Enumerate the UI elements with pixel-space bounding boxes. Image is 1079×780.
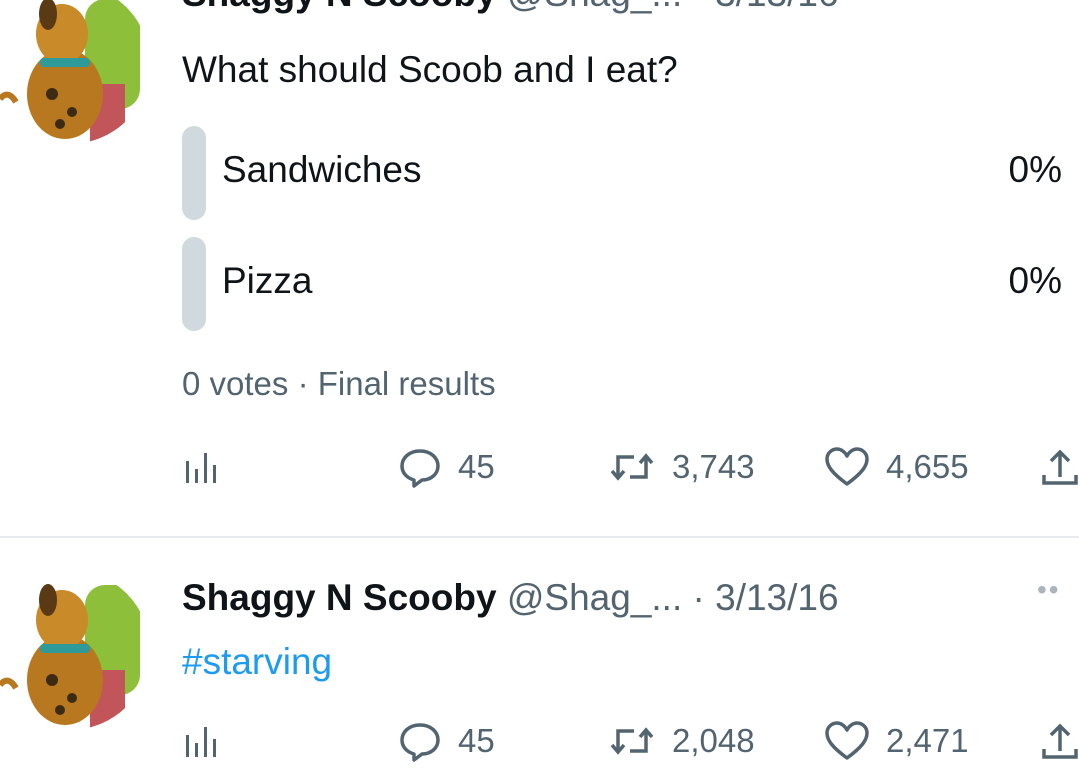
avatar-image <box>0 570 150 730</box>
share-button[interactable] <box>1040 442 1079 492</box>
more-dots-icon[interactable]: •• <box>1037 0 1061 8</box>
retweet-button[interactable]: 3,743 <box>608 442 755 492</box>
tweet-date[interactable]: · 3/13/16 <box>693 0 839 14</box>
retweet-count: 3,743 <box>672 448 755 485</box>
reply-count: 45 <box>458 722 495 759</box>
more-dots-icon[interactable]: •• <box>1037 568 1061 612</box>
author-name[interactable]: Shaggy N Scooby <box>182 577 497 618</box>
tweet-header: Shaggy N Scooby @Shag_... · 3/13/16 •• <box>182 0 1059 16</box>
retweet-count: 2,048 <box>672 722 755 759</box>
heart-icon <box>825 721 869 760</box>
analytics-icon <box>186 453 216 483</box>
analytics-icon <box>186 727 216 757</box>
tweet-text: What should Scoob and I eat? <box>182 49 678 90</box>
like-button[interactable]: 2,471 <box>824 716 969 766</box>
tweet-actions: 45 2,048 2,471 <box>182 716 1079 766</box>
tweet-divider <box>0 536 1079 538</box>
reply-count: 45 <box>458 448 495 485</box>
poll-result-bar <box>182 126 206 220</box>
tweet-actions: 45 3,743 4,655 <box>182 442 1079 492</box>
tweet-poll[interactable]: Shaggy N Scooby @Shag_... · 3/13/16 •• W… <box>0 0 1079 532</box>
like-count: 2,471 <box>886 722 969 759</box>
poll-meta: 0 votes · Final results <box>182 364 496 404</box>
tweet-header: Shaggy N Scooby @Shag_... · 3/13/16 •• <box>182 574 1059 620</box>
poll-option-percent: 0% <box>1008 149 1062 190</box>
poll-votes: 0 votes <box>182 365 289 402</box>
retweet-icon <box>610 453 654 481</box>
like-count: 4,655 <box>886 448 969 485</box>
poll-option-percent: 0% <box>1008 260 1062 301</box>
tweet-date[interactable]: · 3/13/16 <box>693 577 839 618</box>
poll-result-bar <box>182 237 206 331</box>
avatar-image <box>0 0 150 144</box>
retweet-button[interactable]: 2,048 <box>608 716 755 766</box>
hashtag-link[interactable]: #starving <box>182 640 332 684</box>
author-name[interactable]: Shaggy N Scooby <box>182 0 497 14</box>
poll-option-label: Sandwiches <box>222 149 422 190</box>
poll-option-pizza: Pizza 0% <box>182 237 1062 331</box>
analytics-button[interactable] <box>182 442 222 492</box>
share-button[interactable] <box>1040 716 1079 766</box>
heart-icon <box>825 447 869 486</box>
reply-bubble-icon <box>400 723 440 762</box>
author-handle[interactable]: @Shag_... <box>507 577 682 618</box>
like-button[interactable]: 4,655 <box>824 442 969 492</box>
reply-button[interactable]: 45 <box>398 442 495 492</box>
share-icon <box>1042 723 1078 759</box>
avatar[interactable] <box>0 570 150 730</box>
reply-bubble-icon <box>400 449 440 488</box>
author-handle[interactable]: @Shag_... <box>507 0 682 14</box>
poll-option-sandwiches: Sandwiches 0% <box>182 126 1062 220</box>
tweet-hashtag[interactable]: Shaggy N Scooby @Shag_... · 3/13/16 •• #… <box>0 540 1079 780</box>
retweet-icon <box>610 727 654 755</box>
analytics-button[interactable] <box>182 716 222 766</box>
avatar[interactable] <box>0 0 150 144</box>
reply-button[interactable]: 45 <box>398 716 495 766</box>
poll-status: · Final results <box>297 365 496 402</box>
share-icon <box>1042 449 1078 485</box>
poll-option-label: Pizza <box>222 260 313 301</box>
